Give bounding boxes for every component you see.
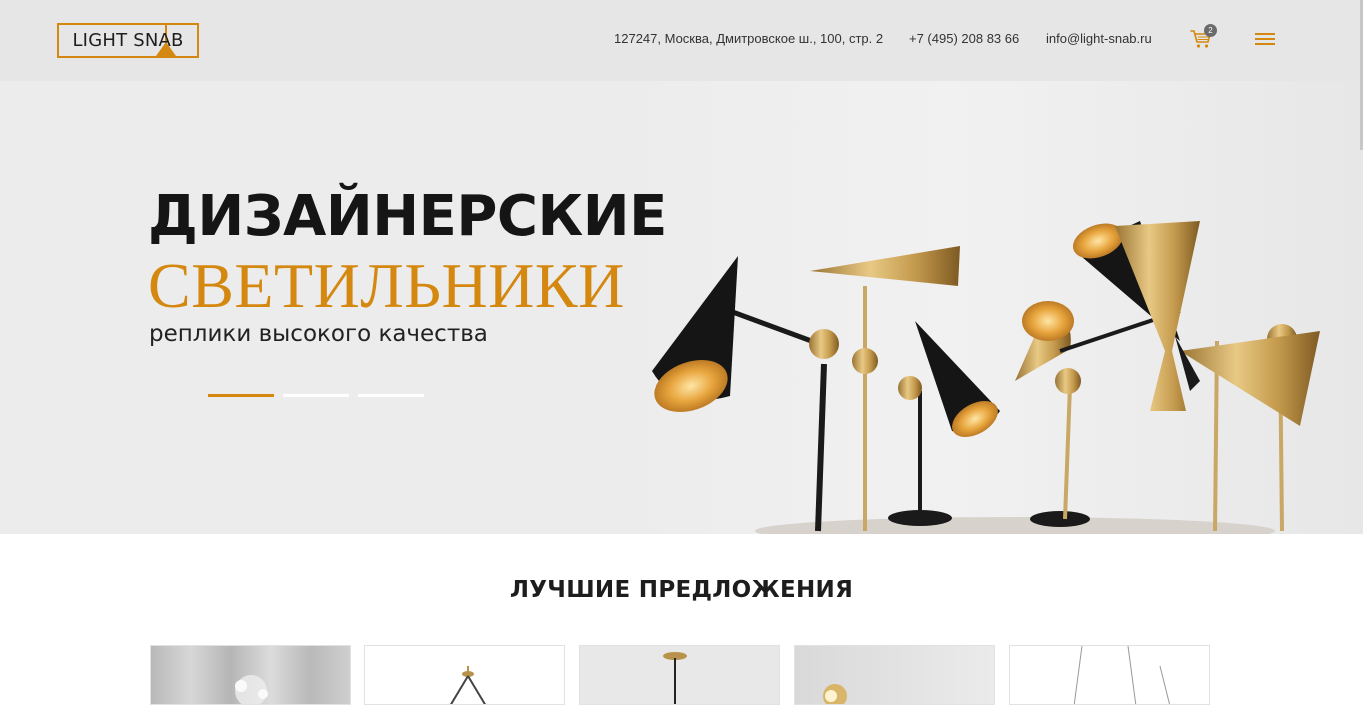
logo-text: LIGHT SNAB xyxy=(72,30,184,51)
product-card[interactable] xyxy=(794,645,995,705)
slider-dot-2[interactable] xyxy=(283,394,349,397)
hero-slider: ДИЗАЙНЕРСКИЕ СВЕТИЛЬНИКИ реплики высоког… xyxy=(0,81,1363,534)
hamburger-line xyxy=(1255,38,1275,40)
hero-title-line1: ДИЗАЙНЕРСКИЕ xyxy=(148,184,667,249)
cart-count-badge: 2 xyxy=(1204,24,1217,37)
header-address: 127247, Москва, Дмитровское ш., 100, стр… xyxy=(614,31,884,46)
hamburger-line xyxy=(1255,43,1275,45)
product-card[interactable] xyxy=(150,645,351,705)
product-image-pendant xyxy=(450,666,486,704)
logo[interactable]: LIGHT SNAB xyxy=(57,23,199,58)
product-card[interactable] xyxy=(364,645,565,705)
product-card[interactable] xyxy=(1009,645,1210,705)
hero-lamps-image xyxy=(652,221,1320,534)
slider-dot-1[interactable] xyxy=(208,394,274,397)
site-header: LIGHT SNAB 127247, Москва, Дмитровское ш… xyxy=(0,0,1363,81)
product-image-pendant-gold xyxy=(663,652,687,704)
product-card[interactable] xyxy=(579,645,780,705)
header-phone-link[interactable]: +7 (495) 208 83 66 xyxy=(909,31,1019,46)
product-image-wire-pendant xyxy=(1073,646,1171,704)
hamburger-line xyxy=(1255,33,1275,35)
hamburger-menu-button[interactable] xyxy=(1255,33,1275,47)
product-image-chandelier xyxy=(235,675,268,704)
header-email-link[interactable]: info@light-snab.ru xyxy=(1046,31,1152,46)
product-image-wall-lamp xyxy=(823,684,847,704)
section-title: ЛУЧШИЕ ПРЕДЛОЖЕНИЯ xyxy=(509,577,854,603)
hero-subtitle: реплики высокого качества xyxy=(149,321,488,347)
hero-title-line2: СВЕТИЛЬНИКИ xyxy=(148,250,625,321)
slider-dot-3[interactable] xyxy=(358,394,424,397)
